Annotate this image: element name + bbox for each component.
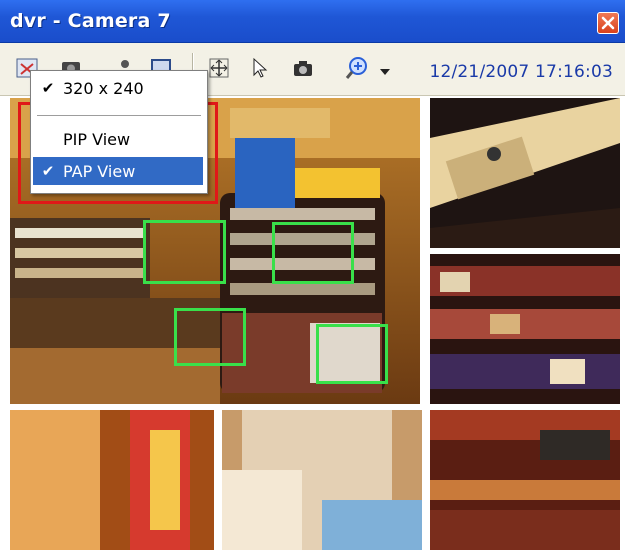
camera-view-2[interactable]: [430, 98, 620, 248]
menu-item-label: PAP View: [63, 161, 136, 181]
motion-region-box[interactable]: [174, 308, 246, 366]
view-mode-menu: ✔ 320 x 240 PIP View ✔ PAP View: [30, 70, 208, 194]
motion-region-box[interactable]: [272, 222, 354, 284]
zoom-dropdown-arrow[interactable]: [380, 69, 390, 75]
fullscreen-icon[interactable]: [206, 55, 232, 81]
check-icon: ✔: [41, 162, 55, 180]
timestamp: 12/21/2007 17:16:03: [429, 62, 613, 82]
pointer-icon[interactable]: [248, 55, 274, 81]
menu-item-320x240[interactable]: ✔ 320 x 240: [33, 74, 203, 102]
menu-item-label: PIP View: [63, 129, 131, 149]
title-bar[interactable]: dvr - Camera 7: [0, 0, 625, 43]
snapshot-icon[interactable]: [290, 55, 316, 81]
camera-window: dvr - Camera 7 12/21/2007 17:16:03 ✔ 320…: [0, 0, 625, 550]
motion-region-box[interactable]: [143, 220, 226, 284]
motion-region-box[interactable]: [316, 324, 388, 384]
close-icon: [601, 16, 615, 30]
menu-item-pap-view[interactable]: ✔ PAP View: [33, 157, 203, 185]
camera-view-4[interactable]: [10, 410, 214, 550]
camera-view-3[interactable]: [430, 254, 620, 404]
zoom-icon[interactable]: [344, 55, 370, 81]
camera-view-5[interactable]: [222, 410, 422, 550]
check-icon: ✔: [41, 79, 55, 97]
menu-separator: [37, 115, 201, 116]
menu-item-label: 320 x 240: [63, 78, 144, 98]
close-button[interactable]: [597, 12, 619, 34]
camera-view-6[interactable]: [430, 410, 620, 550]
menu-item-pip-view[interactable]: PIP View: [33, 125, 203, 153]
window-title: dvr - Camera 7: [10, 10, 171, 32]
